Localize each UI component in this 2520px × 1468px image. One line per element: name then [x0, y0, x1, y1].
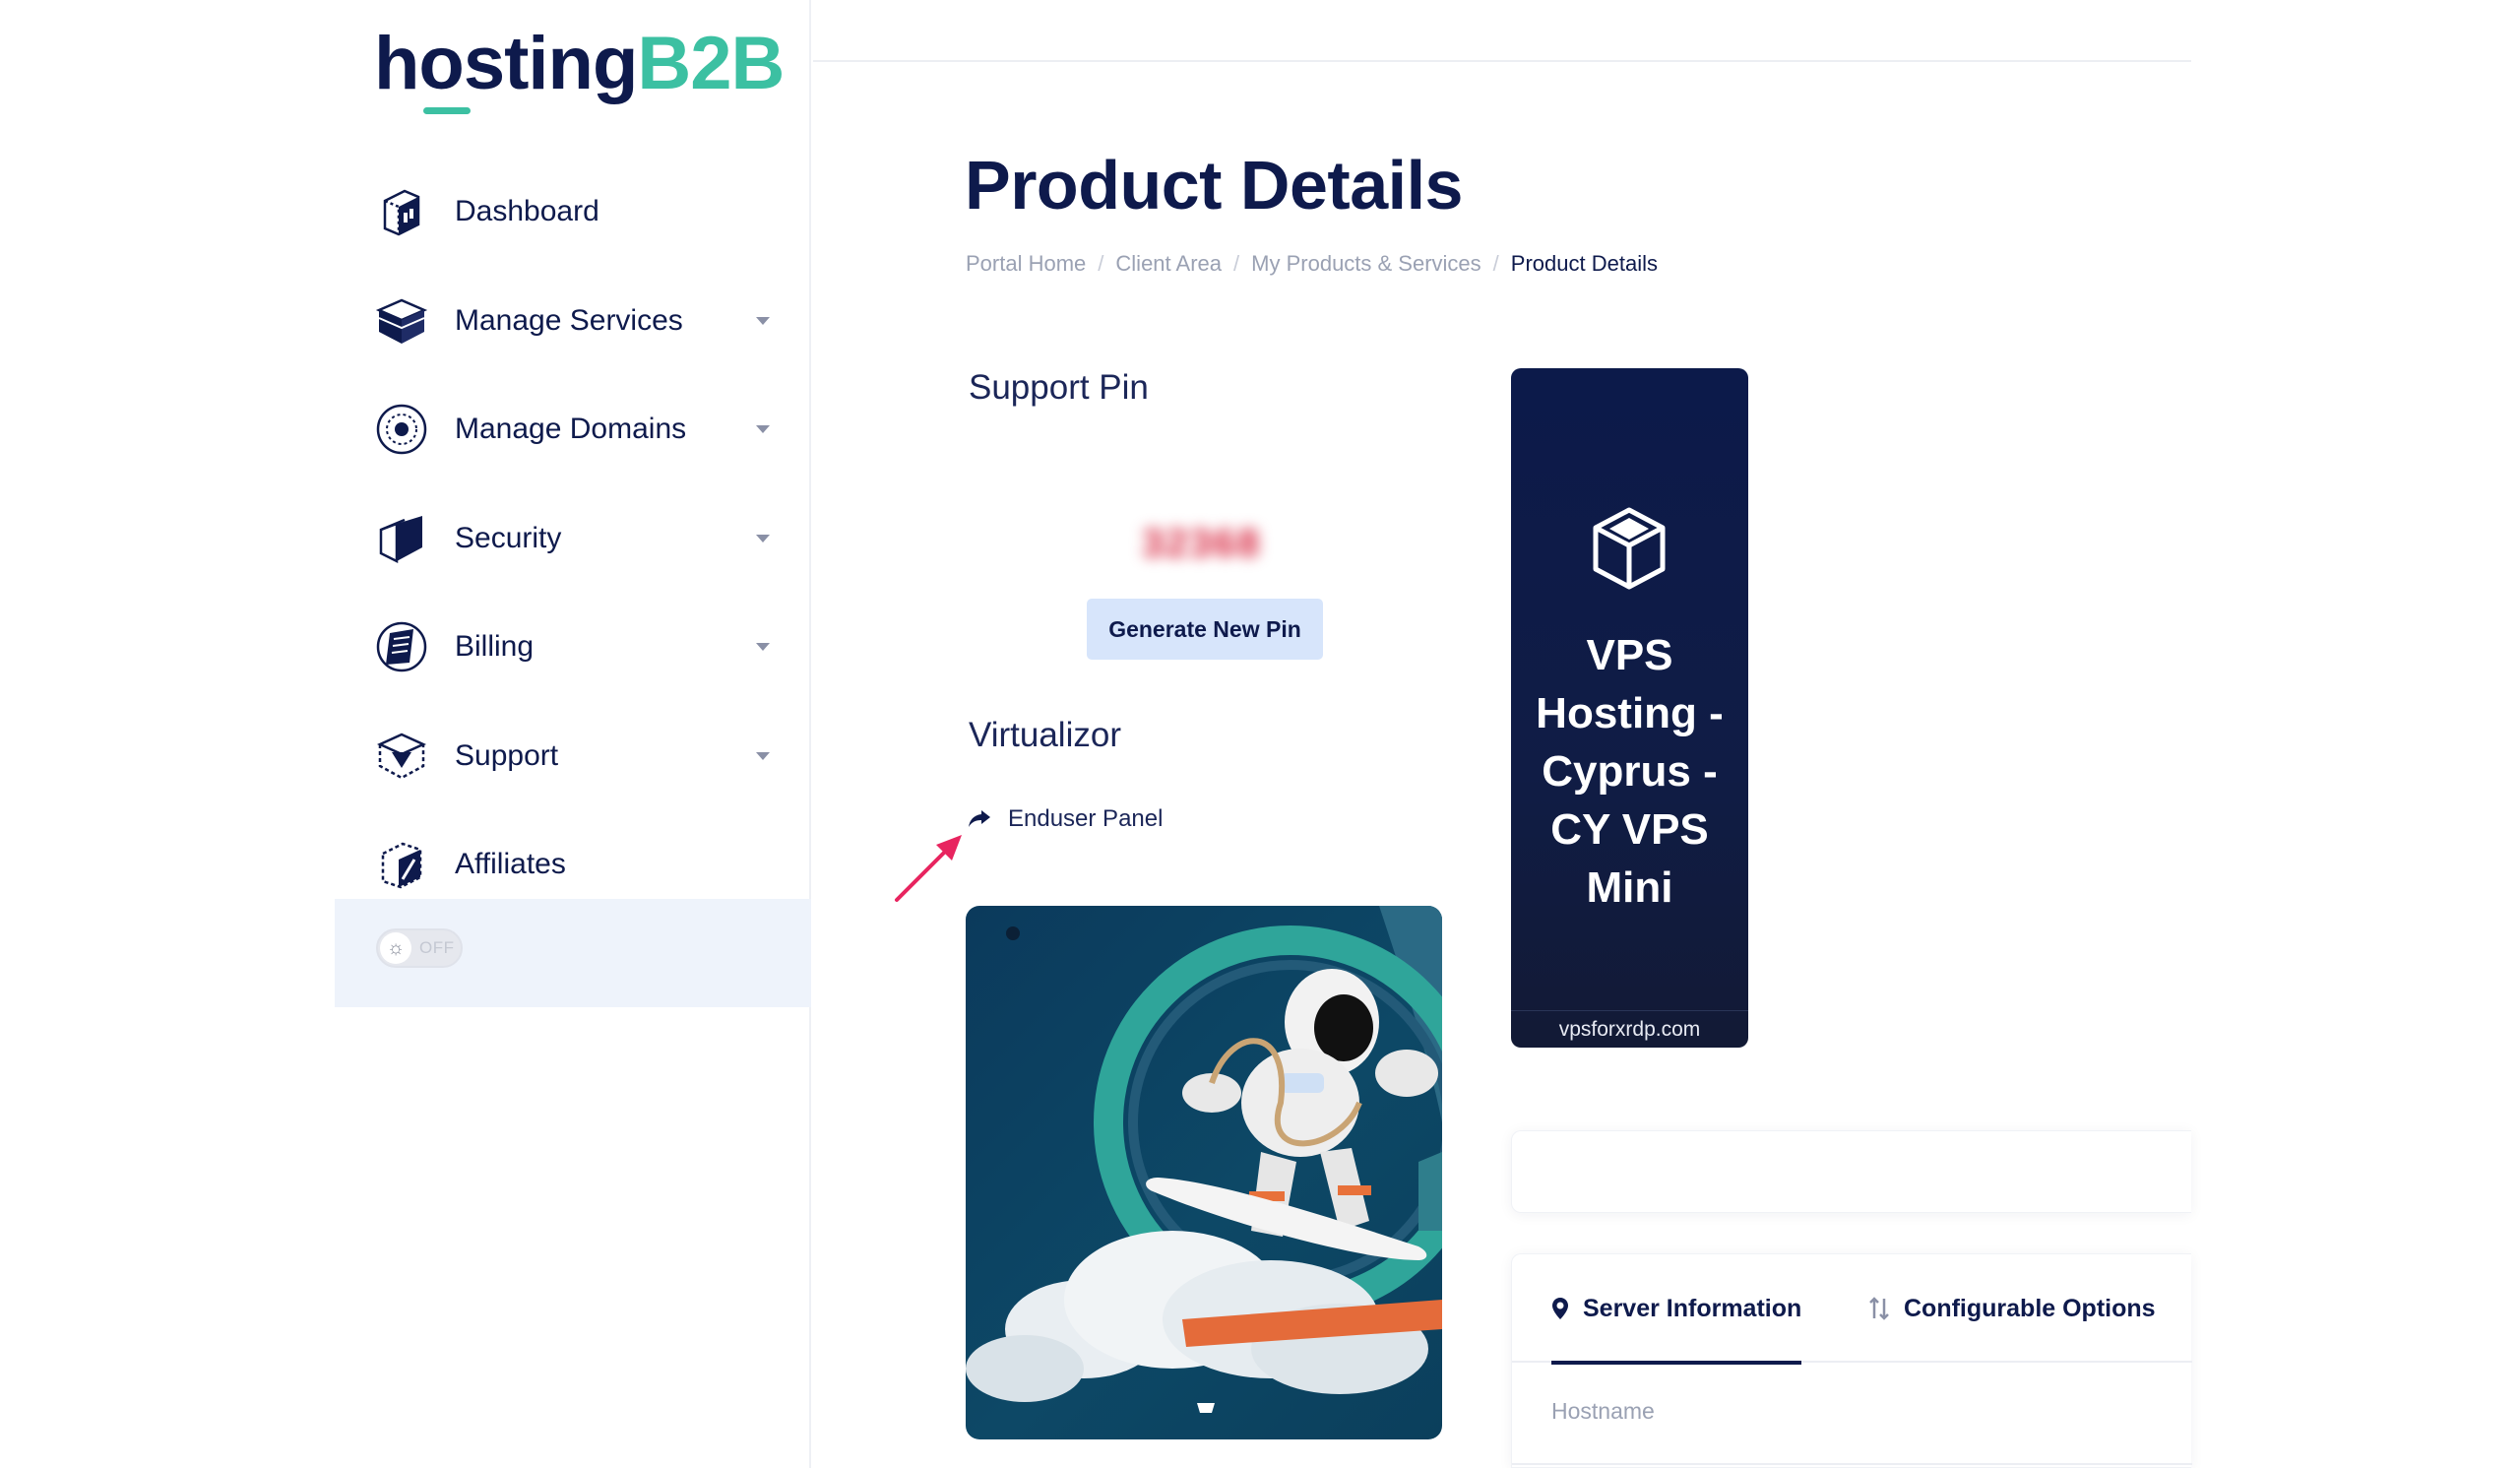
server-info-card: Server Information Configurable Options …	[1511, 1253, 2192, 1468]
astronaut-illustration	[966, 906, 1442, 1439]
sidebar-item-manage-domains[interactable]: Manage Domains	[335, 375, 811, 484]
sidebar-item-label: Affiliates	[455, 848, 566, 881]
product-card: VPS Hosting - Cyprus - CY VPS Mini vpsfo…	[1511, 368, 1748, 1048]
generate-new-pin-button[interactable]: Generate New Pin	[1087, 599, 1323, 660]
sun-icon: ☼	[380, 932, 411, 964]
sidebar-item-label: Billing	[455, 630, 535, 664]
enduser-panel-label: Enduser Panel	[1008, 805, 1164, 832]
breadcrumb-my-products[interactable]: My Products & Services	[1251, 251, 1481, 277]
sidebar-item-manage-services[interactable]: Manage Services	[335, 267, 811, 376]
sidebar-item-label: Dashboard	[455, 195, 599, 228]
breadcrumb-separator: /	[1492, 251, 1499, 276]
sidebar-item-label: Manage Services	[455, 303, 683, 337]
breadcrumb-client-area[interactable]: Client Area	[1115, 251, 1222, 277]
dark-mode-toggle[interactable]: ☼ OFF	[376, 928, 463, 968]
location-pin-icon	[1551, 1297, 1569, 1320]
sidebar: hosting B2B Dashboard Manage Services Man…	[335, 0, 811, 1468]
chevron-down-icon	[756, 643, 770, 652]
box-icon	[374, 293, 429, 349]
theme-toggle-panel: ☼ OFF	[335, 899, 811, 1007]
tab-label: Server Information	[1583, 1294, 1802, 1322]
shield-icon	[374, 511, 429, 566]
chevron-down-icon	[756, 316, 770, 325]
hostname-label: Hostname	[1551, 1398, 1655, 1424]
share-arrow-icon	[967, 808, 992, 830]
sidebar-item-billing[interactable]: Billing	[335, 593, 811, 702]
logo-underline	[423, 107, 471, 114]
cube-icon	[1593, 507, 1666, 590]
breadcrumb-portal-home[interactable]: Portal Home	[966, 251, 1086, 277]
support-pin-heading: Support Pin	[969, 368, 1149, 407]
chevron-down-icon	[756, 751, 770, 760]
chevron-down-icon	[756, 425, 770, 434]
enduser-panel-link[interactable]: Enduser Panel	[967, 805, 1163, 833]
toggle-state-label: OFF	[419, 938, 455, 957]
breadcrumb-separator: /	[1233, 251, 1240, 276]
hostingb2b-logo[interactable]: hosting B2B	[374, 18, 785, 114]
logo-text-b2b: B2B	[637, 22, 785, 105]
product-name: VPS Hosting - Cyprus - CY VPS Mini	[1536, 631, 1724, 912]
chevron-down-icon	[756, 534, 770, 543]
sidebar-nav: Dashboard Manage Services Manage Domains…	[335, 158, 811, 920]
support-pin-value: 32368	[1142, 522, 1262, 565]
breadcrumb: Portal Home / Client Area / My Products …	[966, 251, 1658, 277]
tab-server-information[interactable]: Server Information	[1551, 1254, 1802, 1365]
astronaut-snowboard-image	[966, 906, 1442, 1413]
breadcrumb-current: Product Details	[1510, 251, 1658, 276]
tab-configurable-options[interactable]: Configurable Options	[1868, 1254, 2156, 1363]
empty-info-card	[1511, 1130, 2191, 1213]
globe-icon	[374, 402, 429, 457]
sidebar-item-security[interactable]: Security	[335, 484, 811, 594]
page-title: Product Details	[965, 147, 1463, 223]
annotation-arrow-icon	[895, 835, 962, 902]
sidebar-item-support[interactable]: Support	[335, 702, 811, 811]
row-divider	[1512, 1463, 2192, 1465]
top-bar	[813, 0, 2191, 62]
sidebar-item-label: Support	[455, 738, 559, 772]
breadcrumb-separator: /	[1098, 251, 1104, 276]
tab-label: Configurable Options	[1904, 1294, 2156, 1322]
support-icon	[374, 729, 429, 784]
dashboard-icon	[374, 184, 429, 239]
sidebar-item-label: Security	[455, 521, 562, 554]
virtualizor-heading: Virtualizor	[969, 716, 1121, 754]
sidebar-item-label: Manage Domains	[455, 413, 687, 446]
sort-arrows-icon	[1868, 1297, 1890, 1320]
logo-text-hosting: hosting	[374, 22, 638, 105]
info-tabs: Server Information Configurable Options	[1512, 1254, 2192, 1365]
affiliates-icon	[374, 837, 429, 892]
billing-icon	[374, 619, 429, 674]
product-domain: vpsforxrdp.com	[1511, 1010, 1748, 1048]
sidebar-item-dashboard[interactable]: Dashboard	[335, 158, 811, 267]
